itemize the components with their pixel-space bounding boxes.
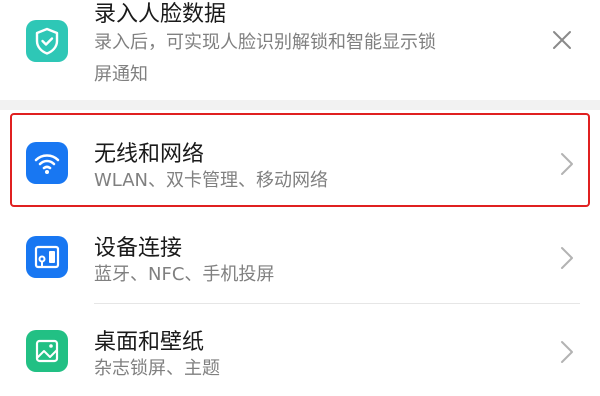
settings-item-subtitle: 杂志锁屏、主题 — [94, 358, 220, 379]
wallpaper-icon — [26, 330, 68, 372]
settings-item-title: 设备连接 — [94, 236, 183, 261]
settings-list: 无线和网络 WLAN、双卡管理、移动网络 设备连接 蓝牙、NFC、手机投屏 桌面… — [0, 110, 600, 396]
chevron-right-icon — [560, 246, 574, 270]
face-data-description-line2: 屏通知 — [94, 64, 148, 85]
face-data-title: 录入人脸数据 — [94, 2, 227, 27]
device-connection-icon — [26, 236, 68, 278]
face-data-description-line1: 录入后，可实现人脸识别解锁和智能显示锁 — [94, 32, 436, 53]
section-gap — [0, 100, 600, 110]
settings-item-device-connection[interactable]: 设备连接 蓝牙、NFC、手机投屏 — [0, 210, 600, 304]
settings-item-subtitle: 蓝牙、NFC、手机投屏 — [94, 264, 275, 285]
highlight-box — [10, 113, 590, 207]
face-data-prompt-card[interactable]: 录入人脸数据 录入后，可实现人脸识别解锁和智能显示锁 屏通知 — [0, 0, 600, 100]
chevron-right-icon — [560, 340, 574, 364]
shield-check-icon — [26, 20, 68, 62]
settings-item-desktop-wallpaper[interactable]: 桌面和壁纸 杂志锁屏、主题 — [0, 304, 600, 396]
settings-item-title: 桌面和壁纸 — [94, 330, 205, 355]
close-icon[interactable] — [552, 30, 572, 50]
